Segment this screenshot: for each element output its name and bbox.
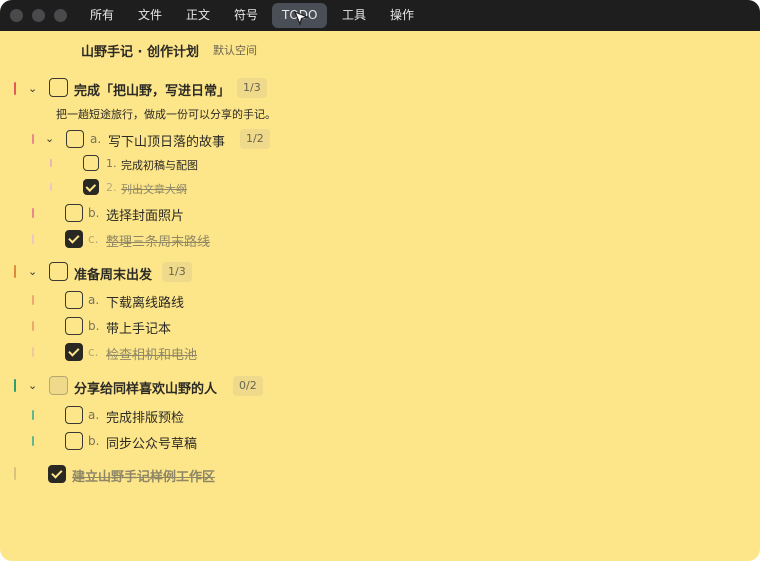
- task-description: 把一趟短途旅行，做成一份可以分享的手记。: [56, 108, 276, 121]
- close-window-button[interactable]: [10, 9, 23, 22]
- subtask-label[interactable]: 选择封面照片: [106, 205, 184, 224]
- task-label[interactable]: 准备周末出发: [74, 264, 152, 283]
- subtask-prefix: b.: [88, 434, 100, 448]
- priority-bar: [14, 82, 16, 95]
- task-checkbox[interactable]: [49, 262, 68, 281]
- priority-bar: [32, 321, 34, 331]
- priority-bar: [14, 265, 16, 278]
- priority-bar: [32, 295, 34, 305]
- item-checkbox[interactable]: [83, 179, 99, 195]
- subtask-checkbox[interactable]: [65, 432, 83, 450]
- task-label[interactable]: 分享给同样喜欢山野的人: [74, 378, 217, 397]
- task-label[interactable]: 建立山野手记样例工作区: [72, 466, 215, 485]
- menu-file[interactable]: 文件: [138, 0, 162, 31]
- subtask-label[interactable]: 同步公众号草稿: [106, 433, 197, 452]
- subtask-prefix: c.: [88, 232, 99, 246]
- page-title: 山野手记 · 创作计划: [81, 45, 199, 60]
- zoom-window-button[interactable]: [54, 9, 67, 22]
- priority-bar: [32, 234, 34, 244]
- priority-bar: [50, 183, 52, 191]
- item-label[interactable]: 列出文章大纲: [121, 181, 187, 197]
- subtask-checkbox[interactable]: [65, 406, 83, 424]
- chevron-down-icon[interactable]: ⌄: [28, 379, 37, 392]
- workspace-label[interactable]: 默认空间: [213, 42, 257, 58]
- subtask-label[interactable]: 写下山顶日落的故事: [108, 131, 225, 150]
- progress-badge: 1/2: [240, 129, 270, 149]
- task-checkbox[interactable]: [49, 78, 68, 97]
- document-body: 山野手记 · 创作计划 默认空间 ⌄ 完成「把山野，写进日常」 1/3 把一趟短…: [0, 31, 760, 561]
- priority-bar: [50, 159, 52, 167]
- subtask-checkbox[interactable]: [65, 291, 83, 309]
- priority-bar: [32, 436, 34, 446]
- subtask-label[interactable]: 整理三条周末路线: [106, 231, 210, 250]
- item-label[interactable]: 完成初稿与配图: [121, 157, 198, 173]
- chevron-down-icon[interactable]: ⌄: [28, 265, 37, 278]
- subtask-label[interactable]: 下载离线路线: [106, 292, 184, 311]
- subtask-prefix: c.: [88, 345, 99, 359]
- subtask-label[interactable]: 完成排版预检: [106, 407, 184, 426]
- chevron-down-icon[interactable]: ⌄: [45, 132, 54, 145]
- priority-bar: [32, 208, 34, 218]
- mouse-cursor-icon: [293, 10, 309, 26]
- menu-body[interactable]: 正文: [186, 0, 210, 31]
- task-checkbox[interactable]: [48, 465, 66, 483]
- menu-tools[interactable]: 工具: [342, 0, 366, 31]
- menu-symbol[interactable]: 符号: [234, 0, 258, 31]
- title-bar: 所有 文件 正文 符号 TODO 工具 操作: [0, 0, 760, 31]
- progress-badge: 0/2: [233, 376, 263, 396]
- subtask-checkbox[interactable]: [65, 343, 83, 361]
- subtask-prefix: a.: [88, 293, 100, 307]
- menu-all[interactable]: 所有: [90, 0, 114, 31]
- priority-bar: [32, 347, 34, 357]
- item-prefix: 1.: [106, 157, 117, 170]
- chevron-down-icon[interactable]: ⌄: [28, 82, 37, 95]
- priority-bar: [32, 134, 34, 144]
- subtask-checkbox[interactable]: [66, 130, 84, 148]
- priority-bar: [14, 467, 16, 480]
- subtask-prefix: b.: [88, 206, 100, 220]
- task-checkbox[interactable]: [49, 376, 68, 395]
- item-prefix: 2.: [106, 181, 117, 194]
- progress-badge: 1/3: [162, 262, 192, 282]
- subtask-checkbox[interactable]: [65, 230, 83, 248]
- priority-bar: [32, 410, 34, 420]
- subtask-prefix: a.: [90, 132, 102, 146]
- subtask-checkbox[interactable]: [65, 204, 83, 222]
- menu-actions[interactable]: 操作: [390, 0, 414, 31]
- subtask-label[interactable]: 带上手记本: [106, 318, 171, 337]
- subtask-prefix: b.: [88, 319, 100, 333]
- subtask-label[interactable]: 检查相机和电池: [106, 344, 197, 363]
- task-label[interactable]: 完成「把山野，写进日常」: [74, 80, 230, 99]
- subtask-checkbox[interactable]: [65, 317, 83, 335]
- minimize-window-button[interactable]: [32, 9, 45, 22]
- app-window: 所有 文件 正文 符号 TODO 工具 操作 山野手记 · 创作计划 默认空间 …: [0, 0, 760, 561]
- priority-bar: [14, 379, 16, 392]
- progress-badge: 1/3: [237, 78, 267, 98]
- item-checkbox[interactable]: [83, 155, 99, 171]
- subtask-prefix: a.: [88, 408, 100, 422]
